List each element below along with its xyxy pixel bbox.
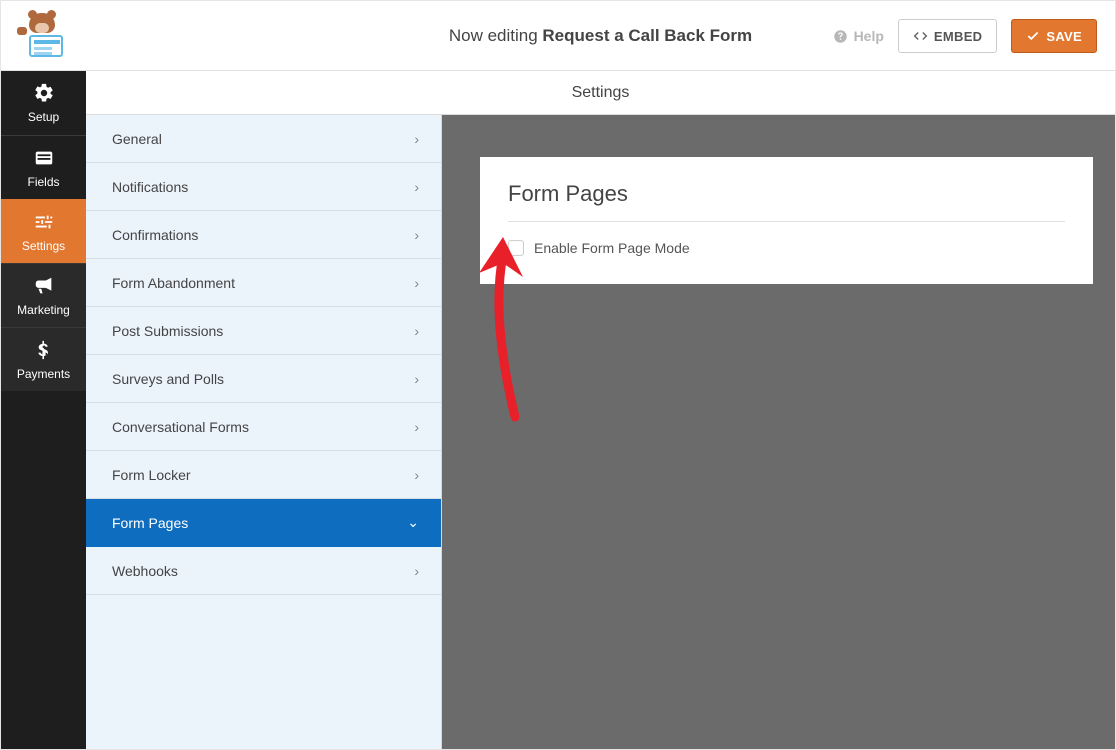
submenu-item-post-submissions[interactable]: Post Submissions ›	[86, 307, 441, 355]
save-button[interactable]: SAVE	[1011, 19, 1097, 53]
chevron-right-icon: ›	[414, 563, 419, 579]
submenu-item-surveys-polls[interactable]: Surveys and Polls ›	[86, 355, 441, 403]
topbar-right: Help EMBED SAVE	[833, 1, 1097, 71]
nav-item-marketing[interactable]: Marketing	[1, 263, 86, 327]
submenu-item-notifications[interactable]: Notifications ›	[86, 163, 441, 211]
nav-label: Payments	[17, 367, 70, 381]
check-icon	[1026, 29, 1040, 43]
enable-form-page-mode-checkbox[interactable]	[508, 240, 524, 256]
submenu-item-general[interactable]: General ›	[86, 115, 441, 163]
gear-icon	[32, 82, 56, 104]
code-icon	[913, 29, 928, 43]
nav-item-setup[interactable]: Setup	[1, 71, 86, 135]
nav-item-payments[interactable]: Payments	[1, 327, 86, 391]
submenu-label: Notifications	[112, 179, 188, 195]
nav-fill	[1, 391, 86, 749]
submenu-label: Form Abandonment	[112, 275, 235, 291]
submenu-label: Form Pages	[112, 515, 188, 531]
panel-title: Form Pages	[508, 181, 1065, 222]
submenu-item-confirmations[interactable]: Confirmations ›	[86, 211, 441, 259]
embed-button[interactable]: EMBED	[898, 19, 997, 53]
submenu-item-form-locker[interactable]: Form Locker ›	[86, 451, 441, 499]
submenu-label: Post Submissions	[112, 323, 223, 339]
editing-line: Now editing Request a Call Back Form	[449, 26, 752, 46]
section-title: Settings	[572, 84, 630, 102]
submenu-label: Surveys and Polls	[112, 371, 224, 387]
nav-label: Marketing	[17, 303, 70, 317]
save-label: SAVE	[1046, 29, 1082, 44]
settings-submenu: General › Notifications › Confirmations …	[86, 115, 442, 749]
chevron-right-icon: ›	[414, 371, 419, 387]
bullhorn-icon	[32, 275, 56, 297]
list-icon	[32, 147, 56, 169]
help-link[interactable]: Help	[833, 28, 884, 44]
nav-label: Fields	[27, 175, 59, 189]
form-name: Request a Call Back Form	[542, 26, 752, 45]
chevron-right-icon: ›	[414, 131, 419, 147]
editing-prefix: Now editing	[449, 26, 543, 45]
submenu-item-webhooks[interactable]: Webhooks ›	[86, 547, 441, 595]
nav-item-fields[interactable]: Fields	[1, 135, 86, 199]
submenu-label: General	[112, 131, 162, 147]
form-pages-panel: Form Pages Enable Form Page Mode	[480, 157, 1093, 284]
app-frame: Now editing Request a Call Back Form Hel…	[0, 0, 1116, 750]
embed-label: EMBED	[934, 29, 982, 44]
enable-form-page-mode-row[interactable]: Enable Form Page Mode	[508, 240, 1065, 256]
submenu-item-form-abandonment[interactable]: Form Abandonment ›	[86, 259, 441, 307]
help-icon	[833, 29, 848, 44]
submenu-item-conversational-forms[interactable]: Conversational Forms ›	[86, 403, 441, 451]
main-canvas: Form Pages Enable Form Page Mode	[442, 115, 1115, 749]
help-label: Help	[854, 28, 884, 44]
submenu-label: Webhooks	[112, 563, 178, 579]
app-logo	[11, 13, 67, 61]
nav-label: Setup	[28, 110, 59, 124]
chevron-right-icon: ›	[414, 179, 419, 195]
chevron-right-icon: ›	[414, 323, 419, 339]
dollar-icon	[32, 339, 56, 361]
checkbox-label: Enable Form Page Mode	[534, 240, 690, 256]
section-header: Settings	[86, 71, 1115, 115]
submenu-label: Conversational Forms	[112, 419, 249, 435]
top-bar: Now editing Request a Call Back Form Hel…	[1, 1, 1115, 71]
sliders-icon	[32, 211, 56, 233]
submenu-label: Confirmations	[112, 227, 198, 243]
chevron-right-icon: ›	[414, 467, 419, 483]
chevron-right-icon: ›	[414, 419, 419, 435]
nav-item-settings[interactable]: Settings	[1, 199, 86, 263]
chevron-right-icon: ›	[414, 227, 419, 243]
chevron-right-icon: ›	[414, 275, 419, 291]
left-nav: Setup Fields Settings Marketing Payments	[1, 71, 86, 749]
chevron-down-icon: ⌄	[407, 514, 419, 531]
nav-label: Settings	[22, 239, 65, 253]
submenu-item-form-pages[interactable]: Form Pages ⌄	[86, 499, 441, 547]
submenu-label: Form Locker	[112, 467, 191, 483]
